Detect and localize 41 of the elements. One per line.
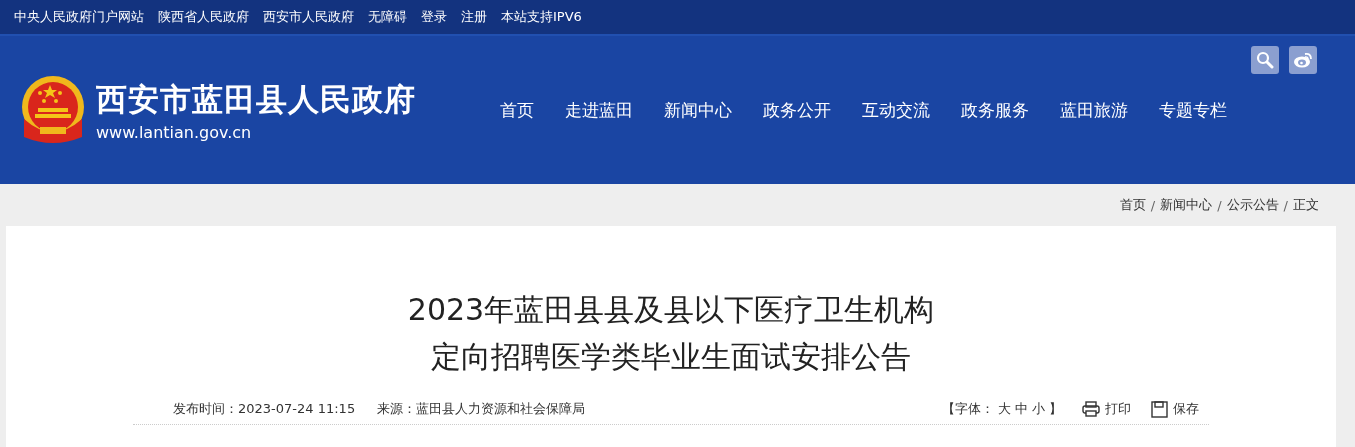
breadcrumb-link[interactable]: 首页 (1119, 196, 1146, 214)
font-size-link[interactable]: 大 (998, 400, 1011, 418)
font-size-link[interactable]: 小 (1032, 400, 1045, 418)
top-link[interactable]: 西安市人民政府 (263, 8, 354, 26)
top-link[interactable]: 中央人民政府门户网站 (14, 8, 144, 26)
nav-item[interactable]: 新闻中心 (664, 98, 732, 122)
search-button[interactable] (1251, 46, 1279, 74)
publish-time: 发布时间：2023-07-24 11:15 (173, 400, 356, 418)
site-name: 西安市蓝田县人民政府 (96, 79, 416, 119)
site-url: www.lantian.gov.cn (96, 122, 253, 142)
top-link[interactable]: 登录 (421, 8, 447, 26)
top-link[interactable]: 注册 (461, 8, 487, 26)
save-link[interactable]: 保存 (1151, 400, 1199, 418)
printer-icon (1082, 401, 1100, 417)
print-link[interactable]: 打印 (1082, 400, 1131, 418)
nav-item[interactable]: 互动交流 (862, 98, 930, 122)
weibo-button[interactable] (1289, 46, 1317, 74)
breadcrumb-separator: / (1217, 197, 1222, 213)
top-link[interactable]: 本站支持IPV6 (501, 8, 582, 26)
top-link[interactable]: 陕西省人民政府 (158, 8, 249, 26)
weibo-icon (1293, 51, 1313, 69)
search-icon (1256, 51, 1274, 69)
breadcrumb-link[interactable]: 公示公告 (1226, 196, 1279, 214)
emblem-icon (20, 75, 86, 145)
nav-item[interactable]: 蓝田旅游 (1060, 98, 1128, 122)
nav-item[interactable]: 走进蓝田 (565, 98, 633, 122)
article-title: 2023年蓝田县县及县以下医疗卫生机构 (407, 291, 935, 329)
font-size-link[interactable]: 中 (1015, 400, 1028, 418)
font-size-label: 【字体： (942, 400, 994, 418)
breadcrumb-link[interactable]: 正文 (1293, 196, 1319, 214)
nav-item[interactable]: 政务公开 (763, 98, 831, 122)
breadcrumb-link[interactable]: 新闻中心 (1160, 196, 1213, 214)
font-size-bracket: 】 (1049, 400, 1062, 418)
top-link[interactable]: 无障碍 (368, 8, 407, 26)
breadcrumb-separator: / (1150, 197, 1156, 213)
nav-item[interactable]: 首页 (500, 98, 534, 122)
breadcrumb-separator: / (1283, 197, 1288, 213)
article-source: 来源：蓝田县人力资源和社会保障局 (377, 400, 586, 418)
article-title: 定向招聘医学类毕业生面试安排公告 (431, 338, 911, 376)
nav-item[interactable]: 政务服务 (961, 98, 1029, 122)
nav-item[interactable]: 专题专栏 (1159, 98, 1227, 122)
